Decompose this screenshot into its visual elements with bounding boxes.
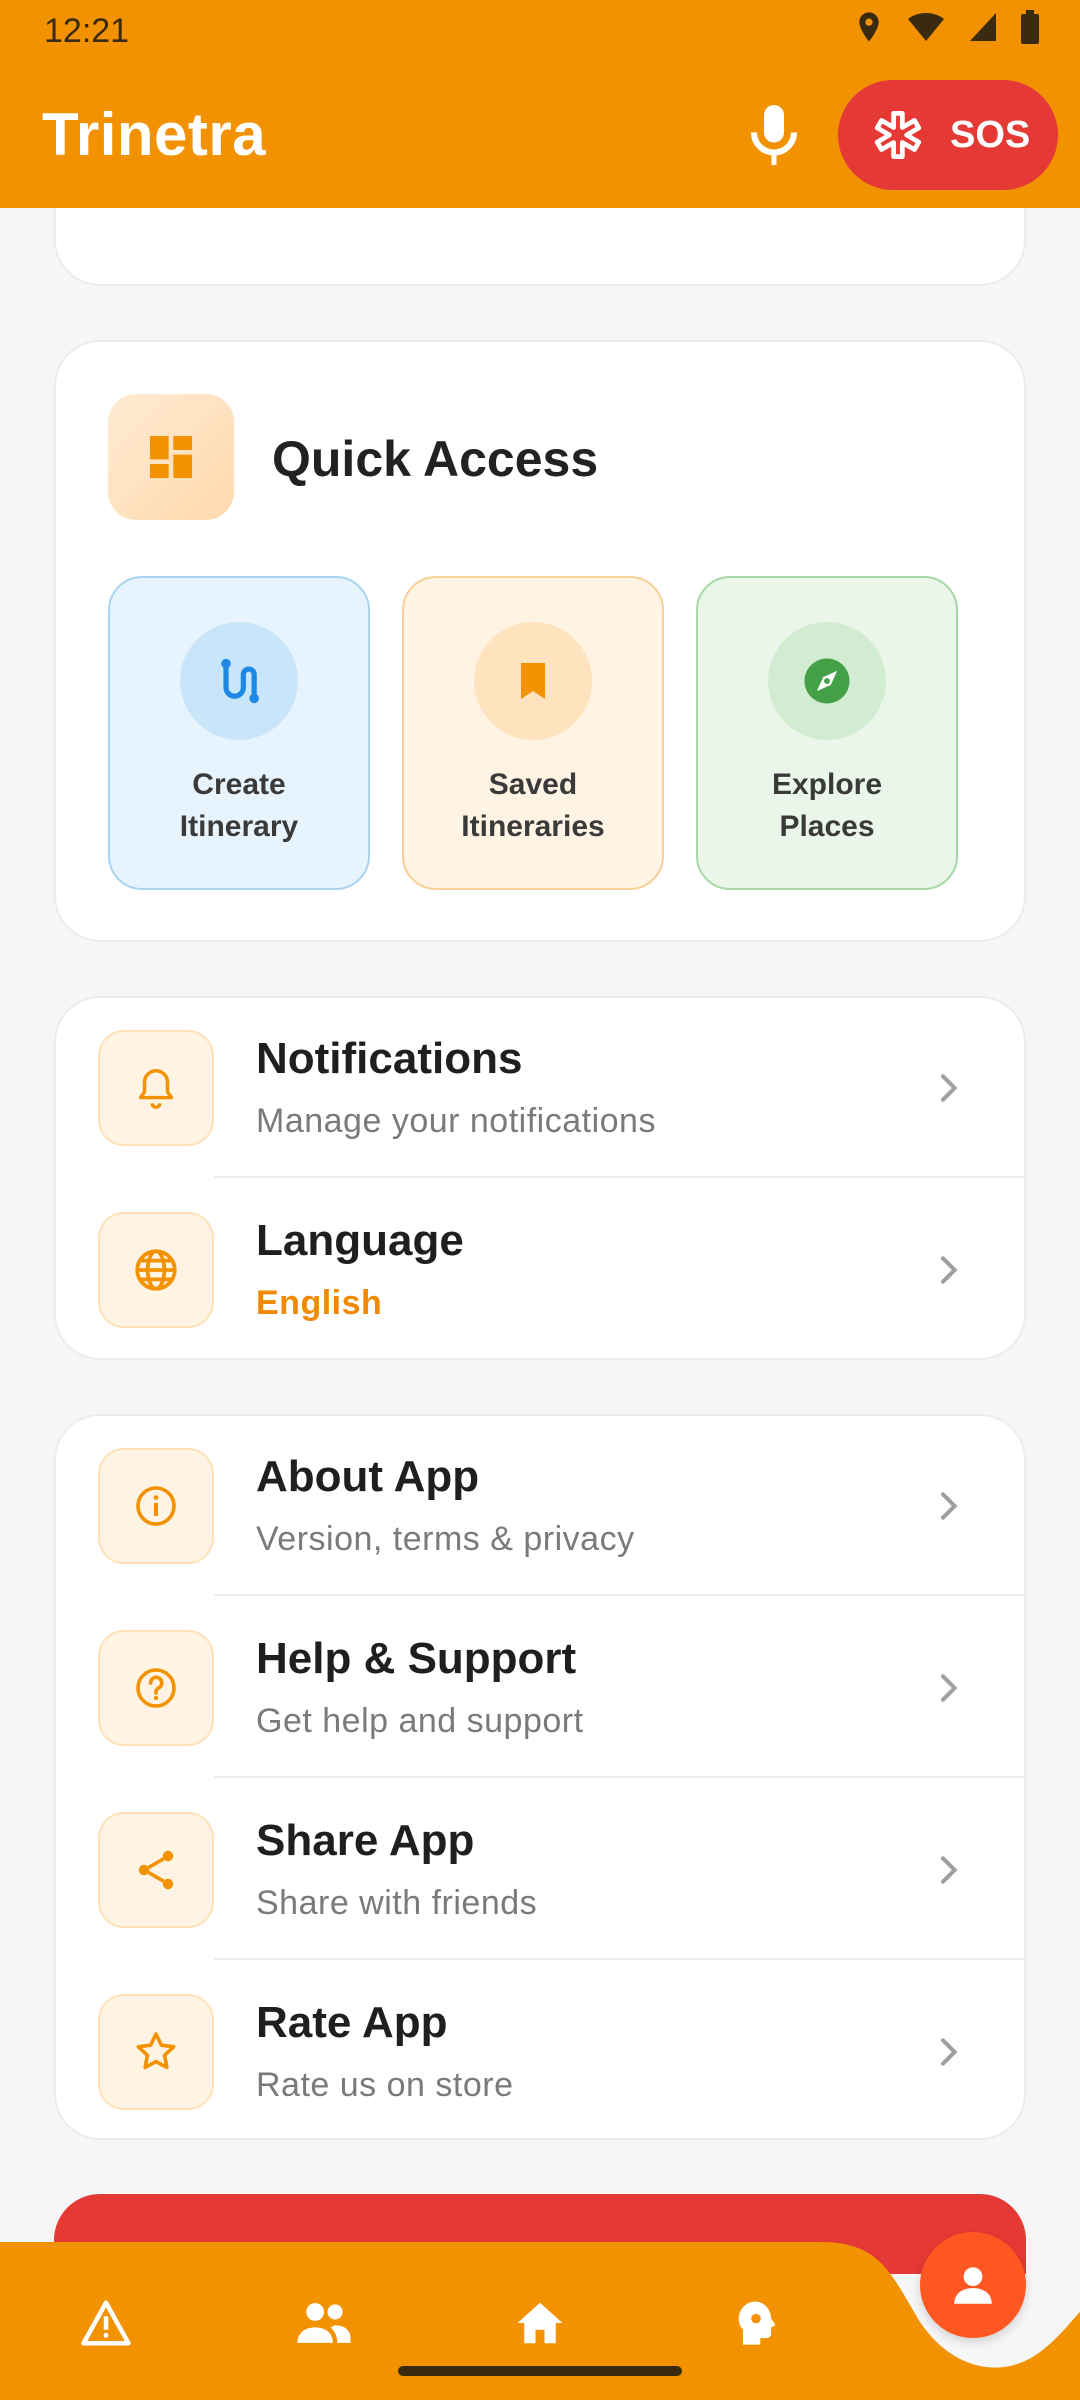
divider [214, 1176, 1024, 1178]
status-icons [854, 10, 1040, 44]
tile-label: Create Itinerary [179, 768, 299, 843]
row-icon-box [98, 1030, 214, 1146]
bottom-navigation [0, 2242, 1080, 2400]
chevron-right-icon [941, 1674, 958, 1702]
row-title: Rate App [256, 1998, 448, 2047]
guide-icon [738, 2301, 776, 2345]
settings-card: Notifications Manage your notifications … [54, 996, 1026, 1360]
dashboard-icon [150, 436, 192, 478]
explore-places-tile[interactable]: Explore Places [696, 576, 958, 890]
row-icon-box [98, 1212, 214, 1328]
row-icon-box [98, 1812, 214, 1928]
location-icon [859, 12, 879, 42]
help-icon [136, 1668, 176, 1708]
status-time: 12:21 [44, 12, 130, 50]
help-support-row[interactable]: Help & Support Get help and support [56, 1598, 1024, 1778]
nav-alerts[interactable] [66, 2288, 146, 2358]
globe-icon [135, 1249, 177, 1291]
signal-icon [970, 13, 996, 41]
battery-icon [1021, 10, 1039, 44]
saved-itineraries-tile[interactable]: Saved Itineraries [402, 576, 664, 890]
tile-label: Saved Itineraries [461, 768, 605, 843]
chevron-right-icon [941, 1856, 958, 1884]
mic-icon [751, 105, 797, 165]
nav-community[interactable] [284, 2288, 364, 2358]
divider [214, 1958, 1024, 1960]
quick-access-title: Quick Access [272, 431, 599, 487]
bookmark-icon [521, 663, 545, 699]
about-app-row[interactable]: About App Version, terms & privacy [56, 1416, 1024, 1596]
chevron-right-icon [941, 1074, 958, 1102]
chevron-right-icon [941, 1256, 958, 1284]
star-icon [136, 2032, 176, 2070]
rate-app-row[interactable]: Rate App Rate us on store [56, 1962, 1024, 2138]
people-icon [297, 2303, 351, 2343]
chevron-right-icon [941, 1492, 958, 1520]
nav-guide[interactable] [716, 2288, 796, 2358]
wifi-icon [908, 13, 944, 41]
quick-access-card: Quick Access Create Itinerary Saved Itiner… [54, 340, 1026, 942]
divider [214, 1776, 1024, 1778]
tile-icon-circle [180, 622, 298, 740]
create-itinerary-tile[interactable]: Create Itinerary [108, 576, 370, 890]
sos-button[interactable]: SOS [838, 80, 1058, 190]
language-value: English [256, 1284, 383, 1322]
info-icon [136, 1486, 176, 1526]
bell-icon [138, 1069, 174, 1109]
profile-icon [954, 2267, 992, 2304]
row-title: Share App [256, 1816, 475, 1865]
row-subtitle: Version, terms & privacy [256, 1520, 635, 1558]
app-title: Trinetra [42, 101, 267, 168]
app-header: 12:21 Trinetra SOS [0, 0, 1080, 208]
home-icon [517, 2302, 563, 2344]
row-subtitle: Manage your notifications [256, 1102, 656, 1140]
share-icon [138, 1850, 174, 1890]
row-icon-box [98, 1630, 214, 1746]
sos-label: SOS [950, 113, 1031, 156]
chevron-right-icon [941, 2038, 958, 2066]
alert-icon [81, 2300, 131, 2346]
more-card: About App Version, terms & privacy Help … [54, 1414, 1026, 2140]
route-icon [221, 658, 259, 704]
quick-access-icon-box [108, 394, 234, 520]
row-subtitle: Get help and support [256, 1702, 584, 1740]
share-app-row[interactable]: Share App Share with friends [56, 1780, 1024, 1960]
medical-star-icon [874, 110, 922, 160]
row-subtitle: Rate us on store [256, 2066, 514, 2104]
row-title: About App [256, 1452, 480, 1501]
tile-icon-circle [474, 622, 592, 740]
row-icon-box [98, 1448, 214, 1564]
tile-icon-circle [768, 622, 886, 740]
divider [214, 1594, 1024, 1596]
language-row[interactable]: Language English [56, 1180, 1024, 1358]
notifications-row[interactable]: Notifications Manage your notifications [56, 998, 1024, 1178]
home-indicator [398, 2366, 682, 2376]
compass-icon [804, 658, 850, 704]
voice-button[interactable] [744, 100, 804, 170]
row-title: Notifications [256, 1034, 523, 1083]
row-icon-box [98, 1994, 214, 2110]
row-title: Language [256, 1216, 464, 1265]
row-subtitle: Share with friends [256, 1884, 538, 1922]
profile-fab[interactable] [920, 2232, 1026, 2338]
row-title: Help & Support [256, 1634, 577, 1683]
tile-label: Explore Places [771, 768, 883, 843]
nav-home[interactable] [500, 2288, 580, 2358]
